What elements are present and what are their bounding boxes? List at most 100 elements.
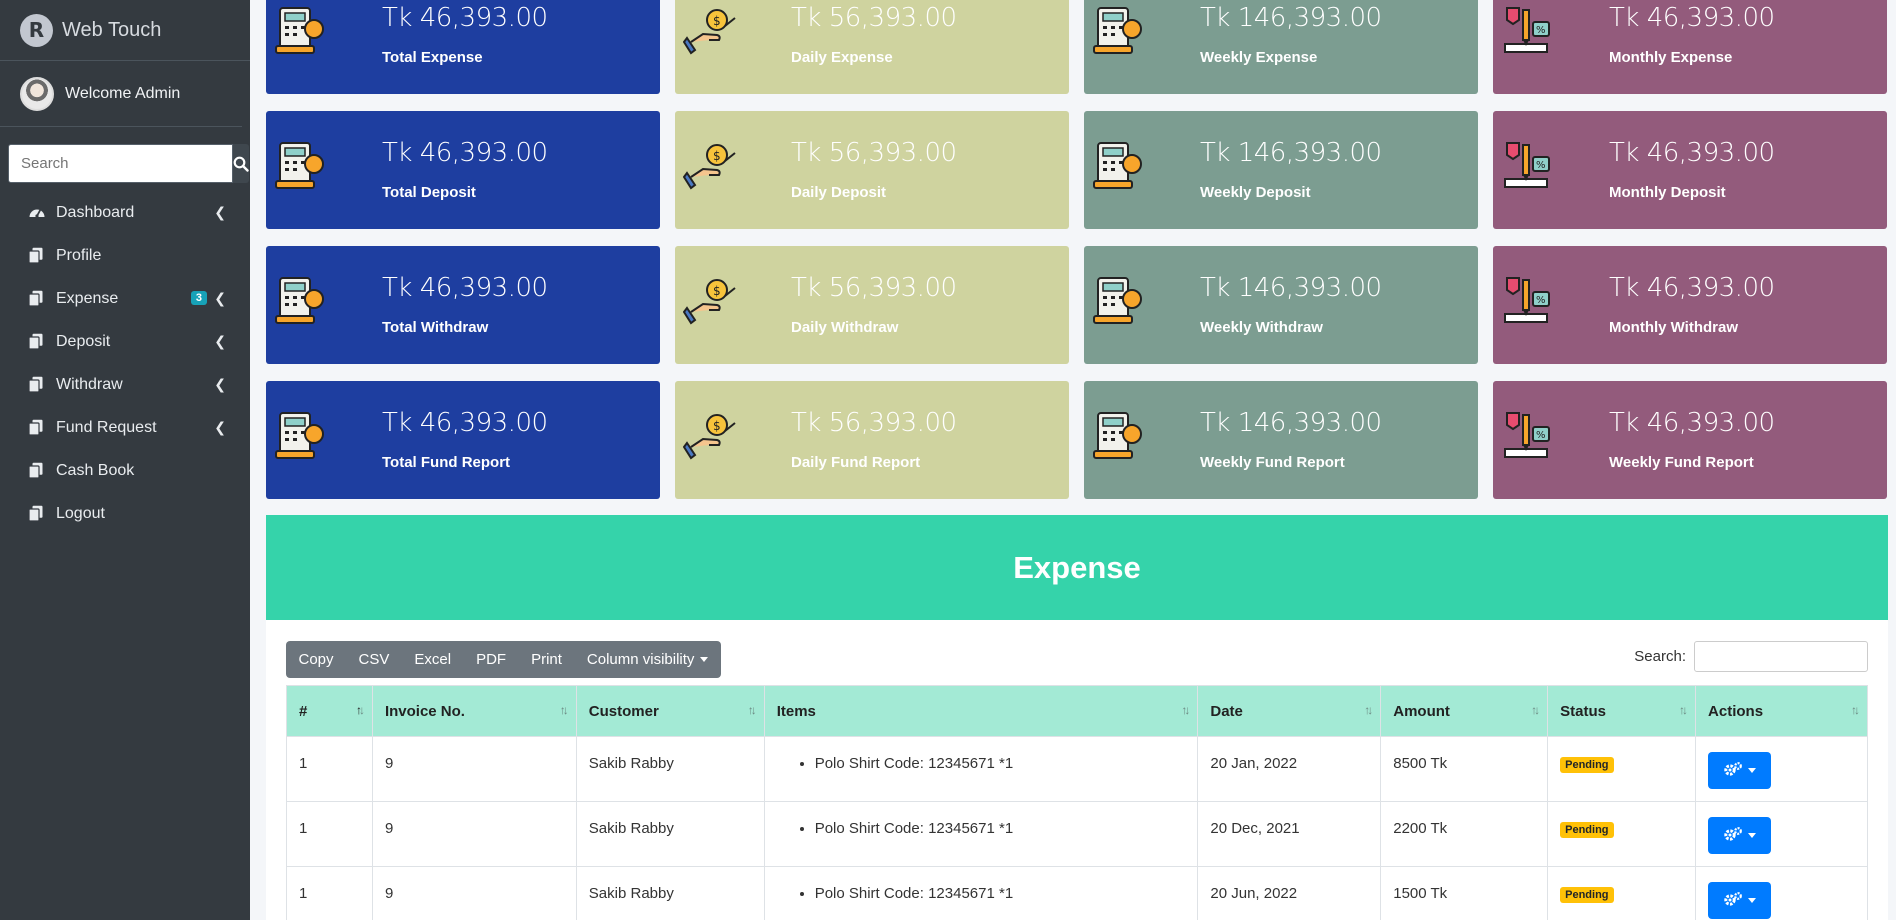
pdf-button[interactable]: PDF: [464, 641, 519, 678]
export-toolbar: Copy CSV Excel PDF Print Column visibility: [286, 641, 721, 678]
stat-card-total-deposit[interactable]: Tk 46,393.00 Total Deposit: [266, 111, 660, 229]
stat-card-daily-withdraw[interactable]: $ Tk 56,393.00 Daily Withdraw: [675, 246, 1069, 364]
sidebar-item-label: Logout: [56, 504, 105, 522]
excel-button[interactable]: Excel: [402, 641, 464, 678]
column-header-amount[interactable]: Amount ↑↓: [1380, 685, 1549, 737]
sidebar-nav: Dashboard ❮ Profile Expense 3 ❮ Deposit ❮ Withdr…: [0, 191, 250, 535]
sidebar-item-expense[interactable]: Expense 3 ❮: [0, 277, 250, 320]
gears-icon: [1723, 891, 1743, 911]
column-header-label: #: [299, 702, 308, 720]
stat-amount: Tk 146,393.00: [1200, 408, 1382, 438]
calculator-icon: [274, 274, 329, 329]
column-visibility-button[interactable]: Column visibility: [574, 641, 721, 678]
csv-button[interactable]: CSV: [346, 641, 402, 678]
stat-card-weekly-withdraw[interactable]: Tk 146,393.00 Weekly Withdraw: [1084, 246, 1478, 364]
stat-card-weekly-expense[interactable]: Tk 146,393.00 Weekly Expense: [1084, 0, 1478, 94]
table-row: 19Sakib Rabby Polo Shirt Code: 12345671 *…: [286, 801, 1868, 867]
column-header-status[interactable]: Status ↑↓: [1547, 685, 1697, 737]
table-search-input[interactable]: [1694, 641, 1868, 672]
button-label: Print: [531, 651, 562, 668]
stat-card-weekly-fund-report[interactable]: % Tk 46,393.00 Weekly Fund Report: [1493, 381, 1887, 499]
sidebar-item-profile[interactable]: Profile: [0, 234, 250, 277]
stat-amount: Tk 46,393.00: [382, 138, 548, 168]
calculator-icon: [1092, 274, 1147, 329]
search-button[interactable]: [233, 144, 249, 183]
pen-chart-icon: %: [1501, 409, 1556, 464]
stat-card-daily-deposit[interactable]: $ Tk 56,393.00 Daily Deposit: [675, 111, 1069, 229]
stat-card-daily-expense[interactable]: $ Tk 56,393.00 Daily Expense: [675, 0, 1069, 94]
actions-cell: [1695, 736, 1868, 802]
chevron-left-icon: ❮: [214, 376, 226, 392]
column-header-label: Actions: [1708, 702, 1764, 720]
column-header-date[interactable]: Date ↑↓: [1197, 685, 1382, 737]
search-input[interactable]: [8, 144, 233, 183]
sidebar-item-label: Expense: [56, 289, 119, 307]
items-list: Polo Shirt Code: 12345671 *1: [815, 885, 1198, 902]
stat-amount: Tk 56,393.00: [791, 273, 957, 303]
button-label: Column visibility: [586, 651, 695, 668]
actions-dropdown-button[interactable]: [1708, 882, 1772, 919]
stat-label: Weekly Withdraw: [1200, 319, 1323, 336]
sort-icon: ↑↓: [747, 703, 757, 717]
copy-button[interactable]: Copy: [286, 641, 346, 678]
stat-label: Weekly Fund Report: [1200, 454, 1345, 471]
expense-table: # ↑↓ Invoice No. ↑↓ Customer ↑↓ Items ↑↓ Date ↑↓ A…: [286, 685, 1868, 920]
column-header-label: Status: [1560, 702, 1606, 720]
status-cell: Pending: [1547, 866, 1697, 920]
stat-label: Weekly Deposit: [1200, 184, 1311, 201]
sidebar-item-dashboard[interactable]: Dashboard ❮: [0, 191, 250, 234]
column-header-label: Invoice No.: [384, 702, 465, 720]
sidebar-item-cash-book[interactable]: Cash Book: [0, 449, 250, 492]
stat-label: Weekly Expense: [1200, 49, 1318, 66]
actions-dropdown-button[interactable]: [1708, 752, 1772, 789]
expense-title: Expense: [1013, 549, 1141, 585]
sidebar-item-withdraw[interactable]: Withdraw ❮: [0, 363, 250, 406]
stat-card-weekly-deposit[interactable]: Tk 146,393.00 Weekly Deposit: [1084, 111, 1478, 229]
stat-amount: Tk 46,393.00: [382, 273, 548, 303]
stat-card-daily-fund-report[interactable]: $ Tk 56,393.00 Daily Fund Report: [675, 381, 1069, 499]
column-header-items[interactable]: Items ↑↓: [763, 685, 1199, 737]
column-header-label: Customer: [588, 702, 659, 720]
sidebar-item-deposit[interactable]: Deposit ❮: [0, 320, 250, 363]
column-header-number[interactable]: # ↑↓: [286, 685, 373, 737]
stat-card-total-withdraw[interactable]: Tk 46,393.00 Total Withdraw: [266, 246, 660, 364]
expense-panel: Expense Copy CSV Excel PDF Print Column visib…: [266, 515, 1888, 920]
user-panel[interactable]: Welcome Admin: [0, 61, 242, 127]
svg-text:%: %: [1536, 295, 1546, 306]
stat-label: Monthly Expense: [1609, 49, 1733, 66]
print-button[interactable]: Print: [519, 641, 575, 678]
column-header-customer[interactable]: Customer ↑↓: [575, 685, 765, 737]
table-search: Search:: [1634, 641, 1868, 672]
sort-icon: ↑↓: [1851, 703, 1860, 717]
stat-card-total-expense[interactable]: Tk 46,393.00 Total Expense: [266, 0, 660, 94]
button-label: Copy: [298, 651, 334, 668]
customer-name: Sakib Rabby: [575, 801, 765, 867]
stat-amount: Tk 146,393.00: [1200, 138, 1382, 168]
actions-dropdown-button[interactable]: [1708, 817, 1772, 854]
money-hand-icon: $: [682, 409, 738, 464]
actions-cell: [1695, 866, 1868, 920]
stat-card-monthly-expense[interactable]: % Tk 46,393.00 Monthly Expense: [1493, 0, 1887, 94]
sort-icon: ↑↓: [1679, 703, 1688, 717]
table-row: 19Sakib Rabby Polo Shirt Code: 12345671 *…: [286, 866, 1868, 920]
chevron-left-icon: ❮: [214, 333, 226, 349]
sidebar-item-fund-request[interactable]: Fund Request ❮: [0, 406, 250, 449]
stat-card-total-fund-report[interactable]: Tk 46,393.00 Total Fund Report: [266, 381, 660, 499]
items-list: Polo Shirt Code: 12345671 *1: [815, 820, 1198, 837]
column-header-actions[interactable]: Actions ↑↓: [1695, 685, 1868, 737]
column-header-label: Items: [776, 702, 816, 720]
stat-amount: Tk 46,393.00: [1609, 273, 1775, 303]
brand[interactable]: R Web Touch: [0, 0, 250, 61]
stat-card-monthly-withdraw[interactable]: % Tk 46,393.00 Monthly Withdraw: [1493, 246, 1887, 364]
stat-card-monthly-deposit[interactable]: % Tk 46,393.00 Monthly Deposit: [1493, 111, 1887, 229]
stat-label: Daily Expense: [791, 49, 893, 66]
stat-card-weekly-fund-report[interactable]: Tk 146,393.00 Weekly Fund Report: [1084, 381, 1478, 499]
caret-down-icon: [1748, 833, 1757, 838]
calculator-icon: [1092, 4, 1147, 59]
calculator-icon: [274, 4, 329, 59]
sidebar-item-logout[interactable]: Logout: [0, 492, 250, 535]
column-header-invoice-no[interactable]: Invoice No. ↑↓: [371, 685, 577, 737]
caret-down-icon: [700, 657, 709, 662]
brand-logo: R: [20, 13, 53, 47]
stat-amount: Tk 46,393.00: [1609, 138, 1775, 168]
